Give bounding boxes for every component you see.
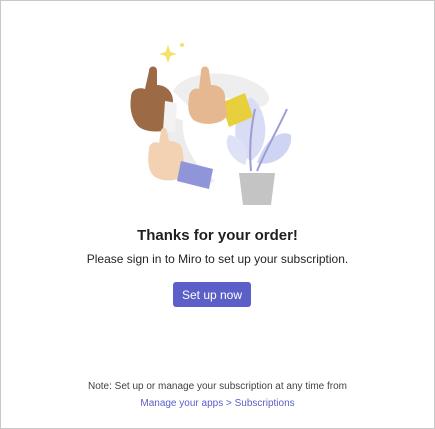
subscription-note: Note: Set up or manage your subscription… [87, 381, 347, 392]
subscriptions-link[interactable]: Subscriptions [235, 398, 295, 409]
thumbs-up-illustration [130, 43, 292, 205]
order-confirmation-dialog: Thanks for your order! Please sign in to… [0, 0, 435, 429]
sparkle-icon [159, 45, 177, 63]
manage-your-apps-link[interactable]: Manage your apps [140, 398, 223, 409]
plant-pot [239, 173, 275, 205]
set-up-now-button[interactable]: Set up now [173, 282, 251, 307]
breadcrumb-separator: > [223, 398, 235, 409]
purple-sleeve [177, 161, 213, 189]
page-title: Thanks for your order! [137, 227, 298, 244]
sparkle-dot-icon [180, 43, 184, 47]
signin-message: Please sign in to Miro to set up your su… [86, 252, 349, 266]
manage-apps-breadcrumb: Manage your apps > Subscriptions [1, 398, 434, 409]
